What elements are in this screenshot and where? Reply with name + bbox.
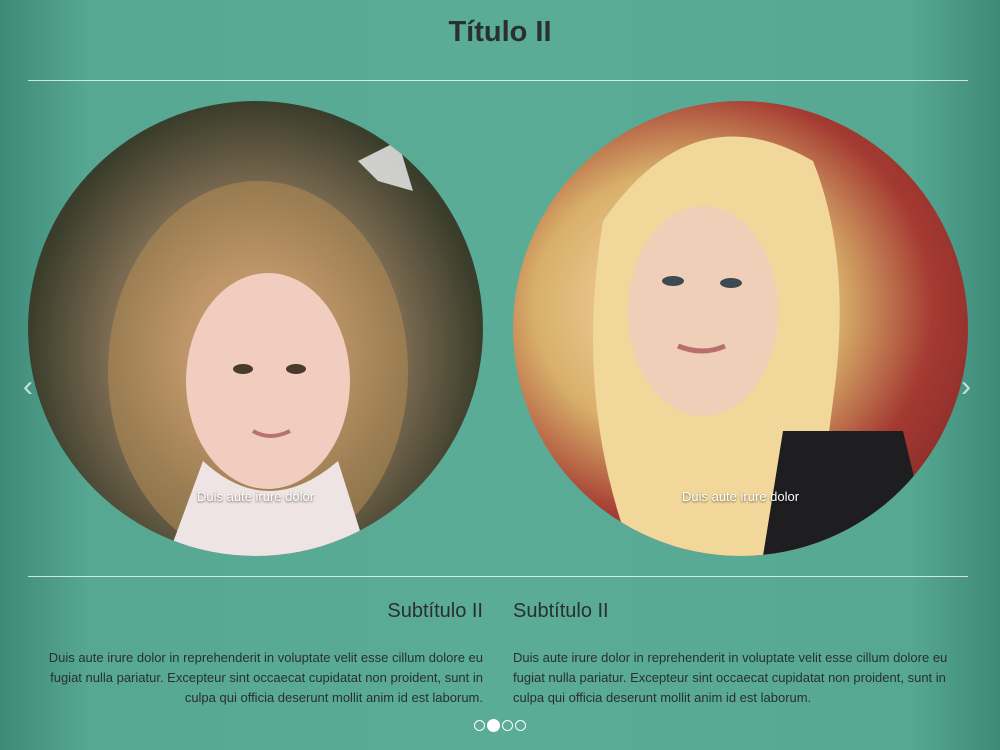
column-subtitle-right: Subtítulo II xyxy=(513,600,609,622)
previous-arrow-icon[interactable]: ‹ xyxy=(18,372,38,402)
next-arrow-icon[interactable]: › xyxy=(956,372,976,402)
pagination-dot[interactable] xyxy=(515,720,526,731)
pagination-dot-active[interactable] xyxy=(487,719,500,732)
pagination-dot[interactable] xyxy=(502,720,513,731)
pagination-dot[interactable] xyxy=(474,720,485,731)
column-text-left: Duis aute irure dolor in reprehenderit i… xyxy=(48,650,483,705)
slide-caption: Duis aute irure dolor xyxy=(681,489,800,504)
portrait-woman-photo-icon xyxy=(593,136,933,556)
column-subtitle-left: Subtítulo II xyxy=(387,600,483,622)
column-text-right: Duis aute irure dolor in reprehenderit i… xyxy=(513,650,948,705)
slide-caption: Duis aute irure dolor xyxy=(196,489,315,504)
top-divider xyxy=(28,80,968,81)
bottom-divider xyxy=(28,576,968,577)
portrait-child-photo-icon xyxy=(108,141,413,556)
slide-photo-right[interactable]: Duis aute irure dolor xyxy=(513,101,968,556)
page-title: Título II xyxy=(448,16,552,48)
carousel-pagination xyxy=(474,719,526,732)
slide-photo-left[interactable]: Duis aute irure dolor xyxy=(28,101,483,556)
